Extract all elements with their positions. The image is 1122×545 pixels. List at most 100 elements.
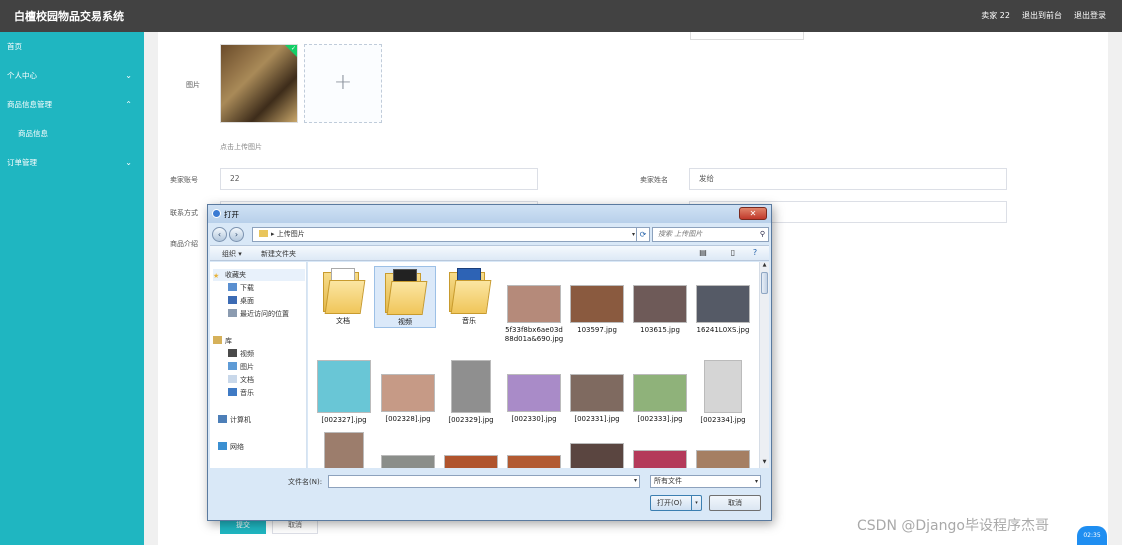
library-icon bbox=[213, 336, 222, 344]
image-file[interactable] bbox=[377, 455, 439, 468]
refresh-icon[interactable]: ⟳ bbox=[636, 227, 650, 242]
file-name: [002330].jpg bbox=[511, 415, 557, 423]
chevron-down-icon[interactable]: ▾ bbox=[691, 496, 701, 510]
sidebar-item-orders[interactable]: 订单管理 ⌄ bbox=[0, 148, 144, 177]
image-file[interactable]: [002328].jpg bbox=[377, 374, 439, 424]
image-file[interactable] bbox=[629, 450, 691, 468]
search-input[interactable]: 搜索 上传图片 ⚲ bbox=[652, 227, 769, 242]
image-file[interactable]: [002331].jpg bbox=[566, 374, 628, 424]
app-title: 白檀校园物品交易系统 bbox=[14, 10, 124, 23]
preview-pane-icon[interactable]: ▯ bbox=[728, 248, 738, 258]
image-file[interactable]: 103597.jpg bbox=[566, 285, 628, 335]
filename-label: 文件名(N): bbox=[288, 478, 323, 486]
uploaded-image[interactable]: ✓ bbox=[220, 44, 298, 123]
image-thumbnail bbox=[633, 285, 687, 323]
scroll-up-icon[interactable]: ▲ bbox=[760, 262, 769, 271]
forward-arrow-icon[interactable]: › bbox=[229, 227, 244, 242]
image-thumbnail bbox=[317, 360, 371, 413]
nav-libraries[interactable]: 库 bbox=[213, 335, 232, 347]
image-thumbnail bbox=[696, 450, 750, 468]
image-file[interactable]: [002329].jpg bbox=[440, 360, 502, 425]
chevron-down-icon[interactable]: ▾ bbox=[632, 228, 635, 241]
search-placeholder: 搜索 上传图片 bbox=[658, 230, 703, 238]
top-bar: 白檀校园物品交易系统 卖家 22 退出到前台 退出登录 bbox=[0, 0, 1122, 32]
file-name: 103615.jpg bbox=[640, 326, 680, 334]
nav-network[interactable]: 网络 bbox=[218, 441, 244, 453]
scroll-thumb[interactable] bbox=[761, 272, 768, 294]
contact-label: 联系方式 bbox=[170, 209, 198, 217]
view-options-icon[interactable]: ▤ bbox=[698, 248, 708, 258]
open-button[interactable]: 打开(O) ▾ bbox=[650, 495, 702, 511]
nav-desktop[interactable]: 桌面 bbox=[228, 295, 254, 307]
image-file[interactable]: [002333].jpg bbox=[629, 374, 691, 424]
user-label: 卖家 22 bbox=[981, 11, 1010, 20]
address-bar[interactable]: ▸ 上传图片 ▾ bbox=[252, 227, 639, 242]
download-icon bbox=[228, 283, 237, 291]
image-file[interactable]: [002327].jpg bbox=[313, 360, 375, 425]
open-button-label: 打开(O) bbox=[657, 499, 682, 507]
file-name: [002333].jpg bbox=[637, 415, 683, 423]
dialog-cancel-button[interactable]: 取消 bbox=[709, 495, 761, 511]
nav-favorites[interactable]: ★ 收藏夹 bbox=[213, 269, 305, 281]
dialog-title: 打开 bbox=[224, 210, 239, 219]
vertical-scrollbar[interactable]: ▲ ▼ bbox=[759, 262, 769, 468]
sidebar-item-label: 订单管理 bbox=[7, 158, 37, 167]
address-path: 上传图片 bbox=[276, 230, 305, 238]
search-icon: ⚲ bbox=[759, 230, 765, 238]
sidebar-item-goods-info[interactable]: 商品信息 bbox=[0, 119, 144, 148]
chevron-down-icon[interactable]: ▾ bbox=[634, 477, 637, 484]
filename-input[interactable]: ▾ bbox=[328, 475, 640, 488]
image-file[interactable] bbox=[440, 455, 502, 468]
file-name: 音乐 bbox=[462, 317, 476, 325]
intro-label: 商品介绍 bbox=[170, 240, 198, 248]
sidebar-item-label: 商品信息管理 bbox=[7, 100, 52, 109]
recent-icon bbox=[228, 309, 237, 317]
image-file[interactable] bbox=[503, 455, 565, 468]
sidebar-item-home[interactable]: 首页 bbox=[0, 32, 144, 61]
seller-account-input[interactable]: 22 bbox=[220, 168, 538, 190]
folder-item[interactable]: 文档 bbox=[312, 266, 374, 326]
image-file[interactable] bbox=[313, 432, 375, 468]
sidebar: 首页 个人中心 ⌄ 商品信息管理 ⌃ 商品信息 订单管理 ⌄ bbox=[0, 32, 144, 545]
chevron-down-icon: ⌄ bbox=[125, 71, 132, 80]
back-arrow-icon[interactable]: ‹ bbox=[212, 227, 227, 242]
image-file[interactable] bbox=[692, 450, 754, 468]
sidebar-item-goods-management[interactable]: 商品信息管理 ⌃ bbox=[0, 90, 144, 119]
folder-icon bbox=[447, 266, 492, 314]
nav-computer[interactable]: 计算机 bbox=[218, 414, 251, 426]
desktop-icon bbox=[228, 296, 237, 304]
image-file[interactable]: 5f33f8bx6ae03d88d01a&690.jpg bbox=[503, 285, 565, 344]
nav-music[interactable]: 音乐 bbox=[228, 387, 254, 399]
scroll-down-icon[interactable]: ▼ bbox=[760, 459, 769, 468]
folder-item[interactable]: 音乐 bbox=[438, 266, 500, 326]
file-type-select[interactable]: 所有文件 ▾ bbox=[650, 475, 761, 488]
help-icon[interactable]: ? bbox=[750, 248, 760, 258]
nav-videos[interactable]: 视频 bbox=[228, 348, 254, 360]
nav-pictures[interactable]: 图片 bbox=[228, 361, 254, 373]
image-file[interactable] bbox=[566, 443, 628, 468]
seller-name-input[interactable]: 发给 bbox=[689, 168, 1007, 190]
front-link[interactable]: 退出到前台 bbox=[1022, 10, 1062, 21]
nav-documents[interactable]: 文档 bbox=[228, 374, 254, 386]
nav-downloads[interactable]: 下载 bbox=[228, 282, 254, 294]
upload-button[interactable]: + bbox=[304, 44, 382, 123]
dialog-nav-row: ‹ › ▸ 上传图片 ▾ ⟳ 搜索 上传图片 ⚲ bbox=[210, 224, 769, 244]
organize-button[interactable]: 组织 ▾ bbox=[222, 249, 242, 259]
close-button[interactable]: ✕ bbox=[739, 207, 767, 220]
image-file[interactable]: [002334].jpg bbox=[692, 360, 754, 425]
image-thumbnail bbox=[451, 360, 491, 413]
sidebar-item-profile[interactable]: 个人中心 ⌄ bbox=[0, 61, 144, 90]
file-name: [002334].jpg bbox=[700, 416, 746, 424]
image-file[interactable]: 103615.jpg bbox=[629, 285, 691, 335]
nav-recent[interactable]: 最近访问的位置 bbox=[228, 308, 289, 320]
partial-input[interactable] bbox=[690, 32, 804, 40]
star-icon: ★ bbox=[213, 272, 220, 280]
image-thumbnail bbox=[570, 374, 624, 412]
image-file[interactable]: [002330].jpg bbox=[503, 374, 565, 424]
dialog-title-bar[interactable]: 打开 ✕ bbox=[208, 205, 771, 223]
new-folder-button[interactable]: 新建文件夹 bbox=[261, 249, 296, 259]
network-icon bbox=[218, 442, 227, 450]
folder-item[interactable]: 视频 bbox=[374, 266, 436, 328]
image-file[interactable]: 16241L0XS.jpg bbox=[692, 285, 754, 335]
logout-link[interactable]: 退出登录 bbox=[1074, 10, 1106, 21]
